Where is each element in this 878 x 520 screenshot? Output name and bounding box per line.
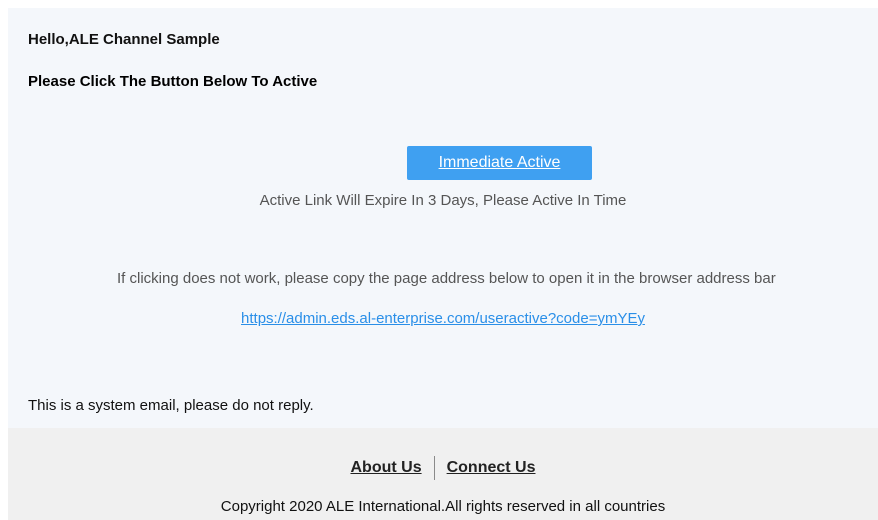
expire-note: Active Link Will Expire In 3 Days, Pleas…	[259, 192, 627, 209]
activate-button-wrapper: Immediate Active	[407, 146, 592, 180]
fallback-instruction: If clicking does not work, please copy t…	[117, 270, 776, 287]
greeting-text: Hello,ALE Channel Sample	[28, 31, 220, 48]
copyright-text: Copyright 2020 ALE International.All rig…	[220, 498, 666, 515]
instruction-text: Please Click The Button Below To Active	[28, 73, 318, 90]
about-us-link[interactable]: About Us	[338, 459, 433, 477]
immediate-active-button[interactable]: Immediate Active	[407, 146, 592, 180]
system-email-note: This is a system email, please do not re…	[28, 397, 314, 414]
activation-link[interactable]: https://admin.eds.al-enterprise.com/user…	[8, 310, 878, 327]
email-footer: About Us Connect Us Copyright 2020 ALE I…	[8, 428, 878, 520]
footer-links: About Us Connect Us	[8, 456, 878, 480]
connect-us-link[interactable]: Connect Us	[435, 459, 548, 477]
email-body: Hello,ALE Channel Sample Please Click Th…	[8, 8, 878, 520]
